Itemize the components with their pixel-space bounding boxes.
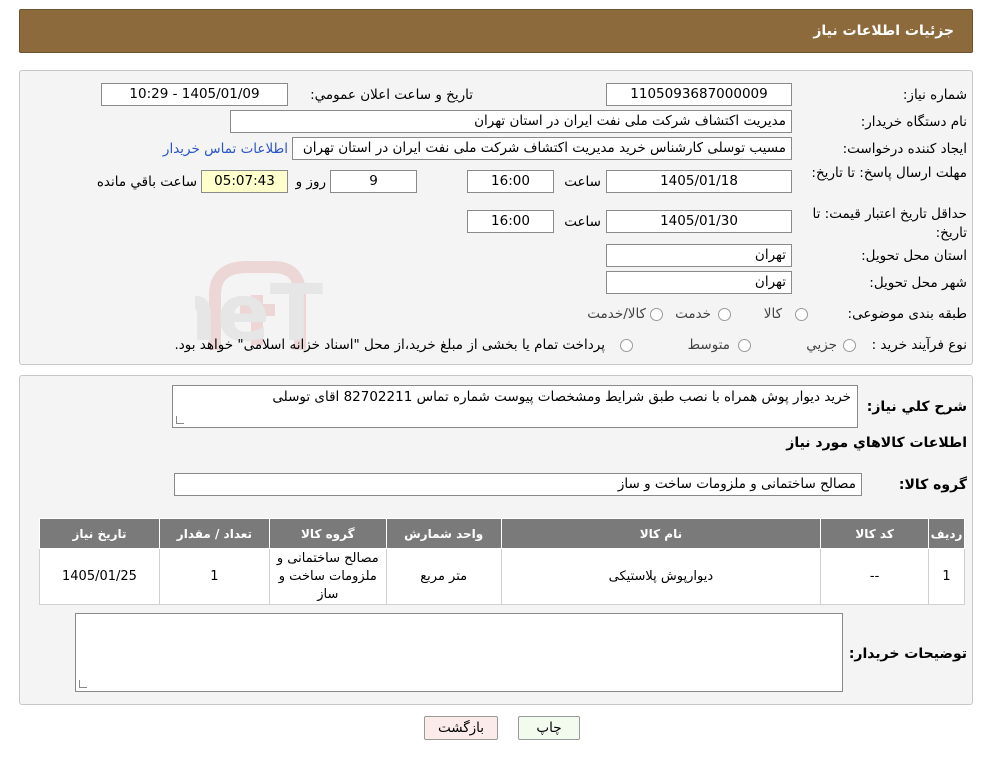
process-radio-medium[interactable] (738, 339, 751, 352)
col-unit: واحد شمارش (385, 518, 502, 549)
category-radio-goods-service[interactable] (650, 308, 663, 321)
cell-name: دیوارپوش پلاستیکی (500, 548, 822, 605)
days-field: 9 (330, 170, 417, 193)
announce-label: تاریخ و ساعت اعلان عمومي: (310, 87, 473, 103)
announce-field: 1405/01/09 - 10:29 (101, 83, 288, 106)
buyer-notes-textarea[interactable] (75, 613, 843, 692)
cell-row: 1 (928, 548, 965, 605)
buyer-label: نام دستگاه خريدار: (860, 114, 967, 130)
buyer-field: مدیریت اکتشاف شرکت ملی نفت ایران در استا… (230, 110, 792, 133)
cell-need-date: 1405/01/25 (39, 548, 160, 605)
category-option-goods: كالا (763, 306, 782, 322)
col-row: رديف (928, 518, 965, 549)
city-field: تهران (606, 271, 792, 294)
category-label: طبقه بندی موضوعی: (847, 306, 967, 322)
resize-handle-icon[interactable] (79, 680, 87, 688)
col-need-date: تاريخ نياز (39, 518, 160, 549)
creator-label: ايجاد كننده درخواست: (842, 141, 967, 157)
category-radio-service[interactable] (718, 308, 731, 321)
process-label: نوع فرآيند خريد : (871, 337, 967, 353)
col-name: نام کالا (500, 518, 822, 549)
city-label: شهر محل تحويل: (869, 275, 967, 291)
buyer-notes-label: توضيحات خريدار: (848, 646, 967, 662)
reply-deadline-label: مهلت ارسال پاسخ: تا تاريخ: (811, 165, 967, 181)
cell-group: مصالح ساختمانی و ملزومات ساخت و ساز (268, 548, 387, 605)
province-label: استان محل تحويل: (861, 248, 967, 264)
description-label: شرح كلي نياز: (866, 399, 967, 415)
description-text: خرید دیوار پوش همراه با نصب طبق شرایط وم… (272, 389, 851, 405)
category-option-service: خدمت (675, 306, 711, 322)
table-row: 1 -- دیوارپوش پلاستیکی متر مربع مصالح سا… (39, 548, 965, 605)
goods-table: رديف کد کالا نام کالا واحد شمارش گروه کا… (39, 518, 965, 605)
process-option-medium: متوسط (687, 337, 730, 353)
goods-section-title: اطلاعات کالاهاي مورد نياز (786, 435, 967, 451)
process-radio-treasury[interactable] (620, 339, 633, 352)
reply-time-field: 16:00 (467, 170, 554, 193)
resize-handle-icon[interactable] (176, 416, 184, 424)
description-textarea[interactable]: خرید دیوار پوش همراه با نصب طبق شرایط وم… (172, 385, 858, 428)
buyer-contact-link[interactable]: اطلاعات تماس خريدار (163, 141, 288, 157)
need-number-field: 1105093687000009 (606, 83, 792, 106)
col-group: گروه کالا (268, 518, 387, 549)
goods-group-label: گروه کالا: (898, 477, 967, 493)
cell-code: -- (820, 548, 930, 605)
cell-quantity: 1 (158, 548, 270, 605)
page-header: جزئیات اطلاعات نیاز (19, 9, 973, 53)
goods-group-field: مصالح ساختمانی و ملزومات ساخت و ساز (174, 473, 862, 496)
reply-time-label: ساعت (564, 174, 601, 190)
price-validity-label: حداقل تاريخ اعتبار قيمت: تا تاريخ: (812, 206, 967, 241)
page-title: جزئیات اطلاعات نیاز (813, 23, 954, 39)
reply-date-field: 1405/01/18 (606, 170, 792, 193)
creator-field: مسیب توسلی کارشناس خرید مدیریت اکتشاف شر… (292, 137, 792, 160)
col-code: کد کالا (820, 518, 930, 549)
back-button[interactable]: بازگشت (424, 716, 498, 740)
col-quantity: تعداد / مقدار (158, 518, 270, 549)
price-date-field: 1405/01/30 (606, 210, 792, 233)
process-radio-minor[interactable] (843, 339, 856, 352)
process-note: پرداخت تمام يا بخشی از مبلغ خريد،از محل … (174, 337, 605, 353)
category-option-goods-service: كالا/خدمت (587, 306, 646, 322)
category-radio-goods[interactable] (795, 308, 808, 321)
need-number-label: شماره نیاز: (902, 87, 967, 103)
goods-table-header: رديف کد کالا نام کالا واحد شمارش گروه کا… (39, 518, 965, 549)
cell-unit: متر مربع (385, 548, 502, 605)
print-button[interactable]: چاپ (518, 716, 580, 740)
price-time-label: ساعت (564, 214, 601, 230)
days-label: روز و (295, 174, 326, 190)
process-option-minor: جزيي (806, 337, 837, 353)
price-time-field: 16:00 (467, 210, 554, 233)
remaining-label: ساعت باقي مانده (96, 174, 197, 190)
remaining-time-field: 05:07:43 (201, 170, 288, 193)
province-field: تهران (606, 244, 792, 267)
